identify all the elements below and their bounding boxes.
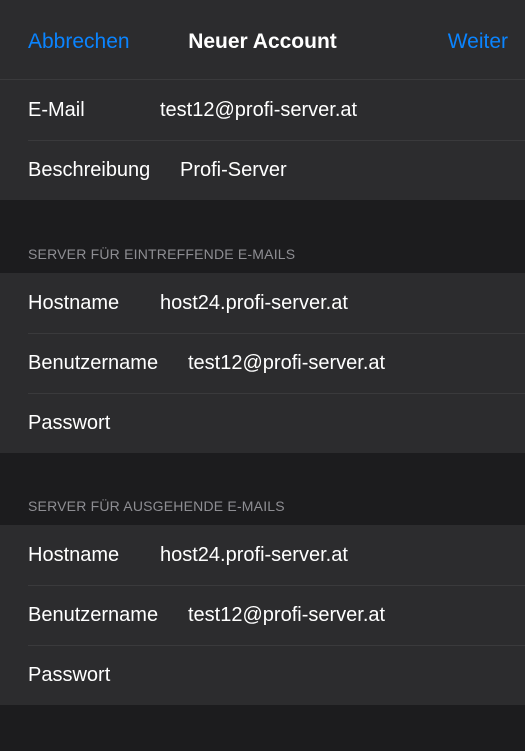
outgoing-password-label: Passwort xyxy=(28,664,111,686)
navigation-bar: Abbrechen Neuer Account Weiter xyxy=(0,0,525,80)
incoming-section-header: SERVER FÜR EINTREFFENDE E-MAILS xyxy=(28,246,296,262)
outgoing-password-row[interactable]: Passwort xyxy=(0,645,525,705)
email-label: E-Mail xyxy=(28,99,85,121)
incoming-password-row[interactable]: Passwort xyxy=(0,393,525,453)
incoming-hostname-row[interactable]: Hostname host24.profi-server.at xyxy=(0,273,525,333)
outgoing-hostname-label: Hostname xyxy=(28,544,120,566)
outgoing-username-field[interactable]: test12@profi-server.at xyxy=(188,585,385,645)
description-row[interactable]: Beschreibung Profi-Server xyxy=(0,140,525,200)
description-field[interactable]: Profi-Server xyxy=(180,140,287,200)
outgoing-username-row[interactable]: Benutzername test12@profi-server.at xyxy=(0,585,525,645)
description-label: Beschreibung xyxy=(28,159,151,181)
outgoing-hostname-field[interactable]: host24.profi-server.at xyxy=(160,525,348,585)
incoming-hostname-field[interactable]: host24.profi-server.at xyxy=(160,273,348,333)
outgoing-section-header: SERVER FÜR AUSGEHENDE E-MAILS xyxy=(28,498,285,514)
incoming-hostname-label: Hostname xyxy=(28,292,120,314)
new-account-screen: Abbrechen Neuer Account Weiter E-Mail te… xyxy=(0,0,525,751)
outgoing-username-label: Benutzername xyxy=(28,604,159,626)
next-button[interactable]: Weiter xyxy=(448,28,508,56)
page-title: Neuer Account xyxy=(188,30,337,53)
account-group: E-Mail test12@profi-server.at Beschreibu… xyxy=(0,80,525,200)
incoming-username-field[interactable]: test12@profi-server.at xyxy=(188,333,385,393)
incoming-username-label: Benutzername xyxy=(28,352,159,374)
incoming-username-row[interactable]: Benutzername test12@profi-server.at xyxy=(0,333,525,393)
incoming-password-label: Passwort xyxy=(28,412,111,434)
email-row[interactable]: E-Mail test12@profi-server.at xyxy=(0,80,525,140)
outgoing-hostname-row[interactable]: Hostname host24.profi-server.at xyxy=(0,525,525,585)
incoming-server-group: Hostname host24.profi-server.at Benutzer… xyxy=(0,273,525,453)
email-field[interactable]: test12@profi-server.at xyxy=(160,80,357,140)
outgoing-server-group: Hostname host24.profi-server.at Benutzer… xyxy=(0,525,525,705)
